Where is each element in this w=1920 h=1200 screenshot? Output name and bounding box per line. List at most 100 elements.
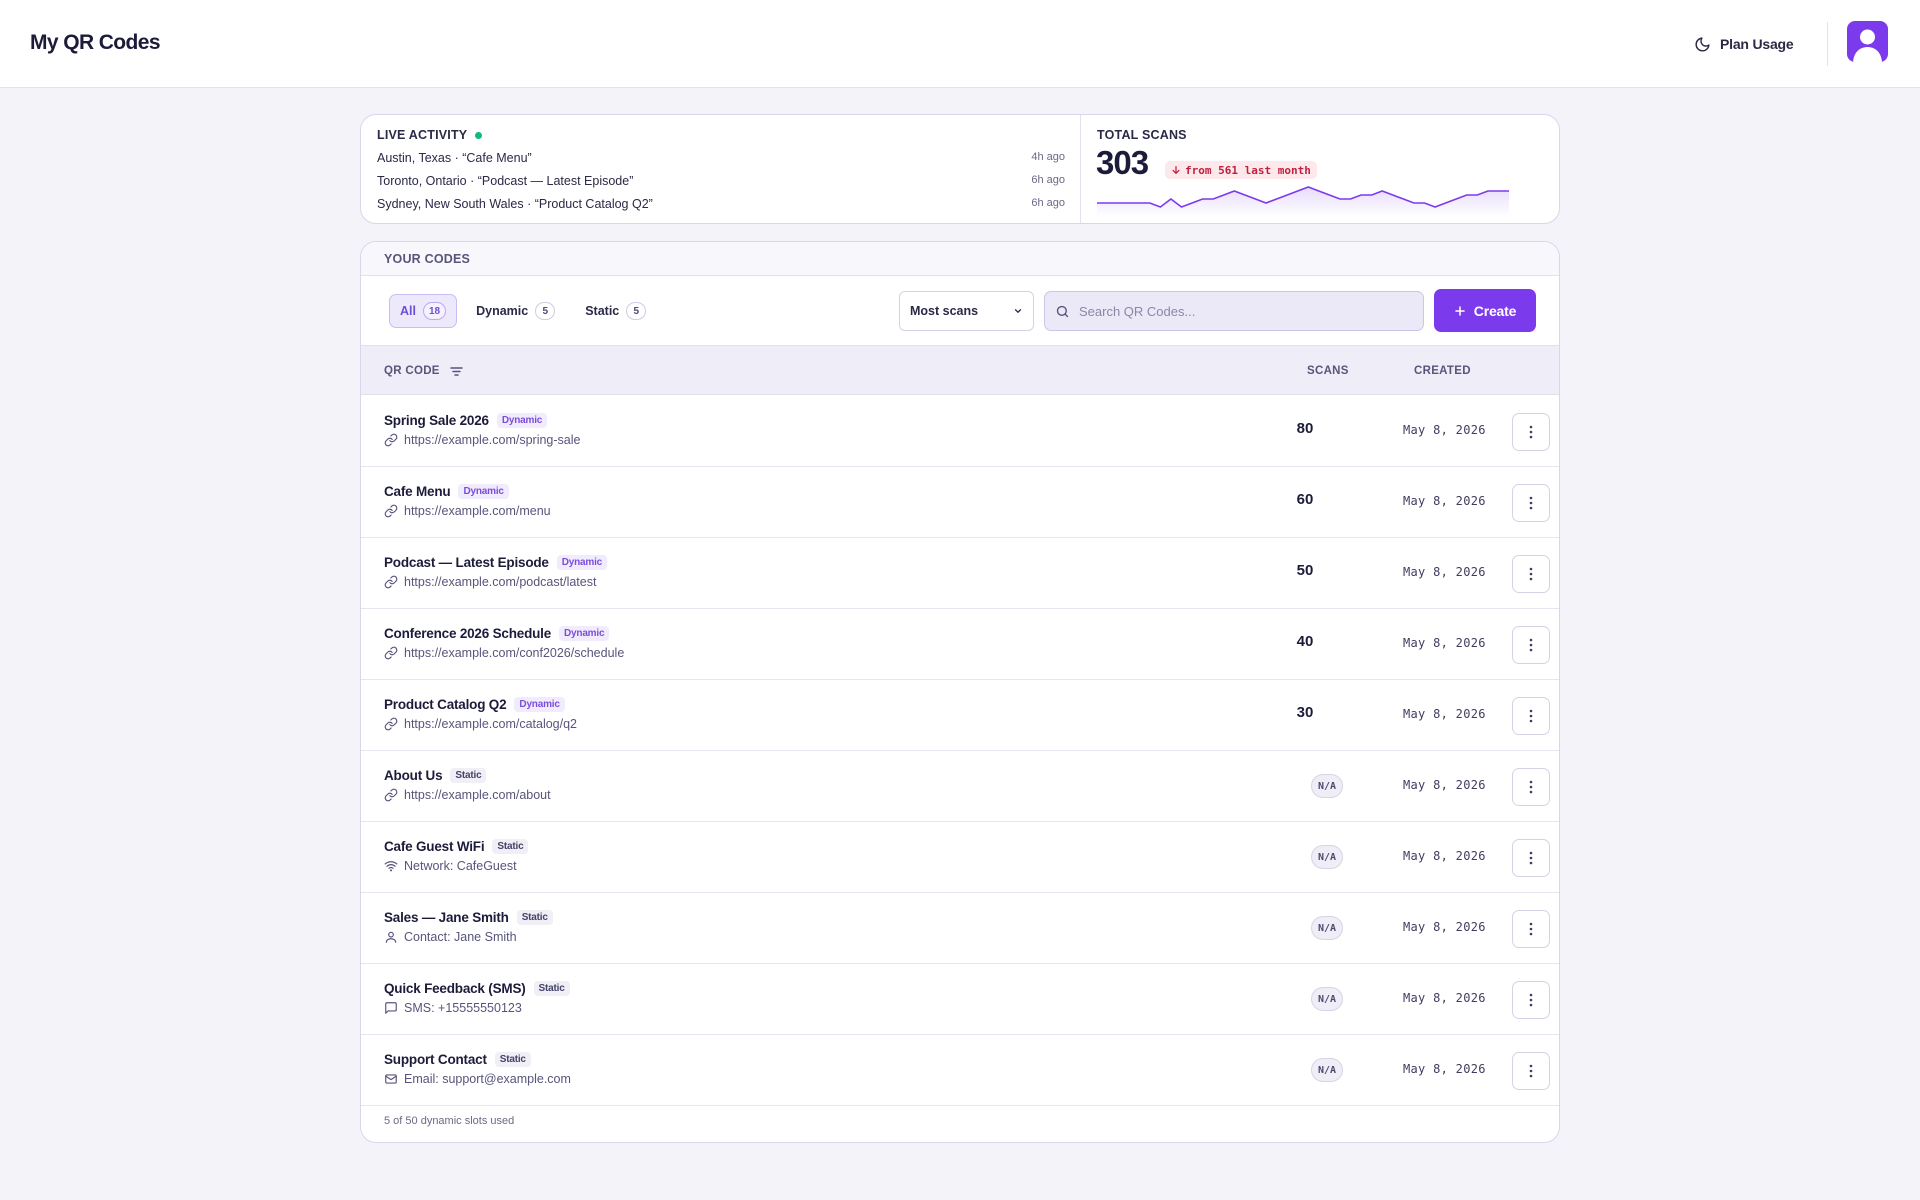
filter-icon: [450, 366, 463, 376]
filter-dynamic[interactable]: Dynamic 5: [465, 294, 566, 328]
created-date: May 8, 2026: [1403, 849, 1486, 863]
table-row[interactable]: Podcast — Latest Episode Dynamic https://e…: [361, 538, 1559, 609]
row-actions-button[interactable]: [1512, 697, 1550, 735]
code-destination: https://example.com/about: [384, 788, 551, 802]
code-name: Spring Sale 2026 Dynamic: [384, 413, 548, 428]
header-divider: [1827, 22, 1828, 66]
row-actions-button[interactable]: [1512, 484, 1550, 522]
scans-count: 50: [1296, 562, 1314, 579]
code-title: Cafe Menu: [384, 484, 451, 499]
created-date: May 8, 2026: [1403, 920, 1486, 934]
trend-badge: from 561 last month: [1165, 161, 1317, 179]
row-actions-button[interactable]: [1512, 981, 1550, 1019]
stats-card: LIVE ACTIVITY Austin, Texas · “Cafe Menu…: [360, 114, 1560, 224]
avatar[interactable]: [1847, 21, 1888, 62]
live-activity-heading: LIVE ACTIVITY: [377, 128, 483, 142]
created-date: May 8, 2026: [1403, 494, 1486, 508]
create-button[interactable]: Create: [1434, 289, 1536, 332]
row-actions-button[interactable]: [1512, 413, 1550, 451]
search-input[interactable]: [1079, 303, 1409, 319]
activity-time: 4h ago: [1031, 151, 1065, 163]
table-row[interactable]: Conference 2026 Schedule Dynamic https://e…: [361, 609, 1559, 680]
code-title: Podcast — Latest Episode: [384, 555, 549, 570]
more-vertical-icon: [1529, 851, 1533, 865]
link-icon: [384, 575, 398, 589]
codes-heading: YOUR CODES: [384, 252, 471, 266]
row-actions-button[interactable]: [1512, 910, 1550, 948]
code-name: Sales — Jane Smith Static: [384, 910, 553, 925]
column-header-qr-code[interactable]: QR CODE: [384, 365, 463, 377]
filter-static[interactable]: Static 5: [574, 294, 657, 328]
more-vertical-icon: [1529, 567, 1533, 581]
filter-tabs: All 18 Dynamic 5 Static 5: [389, 294, 657, 328]
code-destination-text: https://example.com/menu: [404, 504, 551, 518]
table-row[interactable]: Spring Sale 2026 Dynamic https://example.c…: [361, 396, 1559, 467]
wifi-icon: [384, 859, 398, 873]
total-scans-label: TOTAL SCANS: [1097, 128, 1187, 142]
link-icon: [384, 504, 398, 518]
more-vertical-icon: [1529, 922, 1533, 936]
table-row[interactable]: Cafe Guest WiFi Static Network: CafeGuest N…: [361, 822, 1559, 893]
code-name: Conference 2026 Schedule Dynamic: [384, 626, 610, 641]
code-destination-text: Email: support@example.com: [404, 1072, 571, 1086]
row-actions-button[interactable]: [1512, 768, 1550, 806]
table-row[interactable]: Product Catalog Q2 Dynamic https://example…: [361, 680, 1559, 751]
code-title: Sales — Jane Smith: [384, 910, 509, 925]
type-badge: Static: [533, 981, 570, 996]
created-date: May 8, 2026: [1403, 423, 1486, 437]
created-date: May 8, 2026: [1403, 636, 1486, 650]
type-badge: Static: [516, 910, 553, 925]
filter-count: 5: [626, 302, 647, 320]
plan-usage-button[interactable]: Plan Usage: [1694, 30, 1794, 58]
code-title: Support Contact: [384, 1052, 487, 1067]
table-row[interactable]: About Us Static https://example.com/about N…: [361, 751, 1559, 822]
code-destination: https://example.com/spring-sale: [384, 433, 580, 447]
row-actions-button[interactable]: [1512, 555, 1550, 593]
plan-usage-label: Plan Usage: [1720, 36, 1794, 52]
code-destination-text: https://example.com/conf2026/schedule: [404, 646, 625, 660]
sort-select[interactable]: Most scans: [899, 291, 1034, 331]
code-destination: Contact: Jane Smith: [384, 930, 517, 944]
code-title: Conference 2026 Schedule: [384, 626, 552, 641]
activity-text: Sydney, New South Wales · “Product Catal…: [377, 197, 653, 211]
row-actions-button[interactable]: [1512, 626, 1550, 664]
activity-item: Sydney, New South Wales · “Product Catal…: [377, 197, 1065, 211]
code-title: About Us: [384, 768, 443, 783]
create-label: Create: [1473, 302, 1517, 319]
table-row[interactable]: Cafe Menu Dynamic https://example.com/menu…: [361, 467, 1559, 538]
filter-all[interactable]: All 18: [389, 294, 458, 328]
type-badge: Static: [494, 1052, 531, 1067]
scans-count: 80: [1296, 420, 1314, 437]
scans-na-badge: N/A: [1311, 916, 1344, 940]
row-actions-button[interactable]: [1512, 1052, 1550, 1090]
page-title: My QR Codes: [30, 31, 161, 54]
code-destination-text: Network: CafeGuest: [404, 859, 517, 873]
user-icon: [384, 930, 398, 944]
more-vertical-icon: [1529, 638, 1533, 652]
code-name: About Us Static: [384, 768, 487, 783]
search-icon: [1056, 305, 1069, 317]
type-badge: Dynamic: [514, 697, 565, 712]
type-badge: Static: [450, 768, 487, 783]
table-row[interactable]: Sales — Jane Smith Static Contact: Jane Sm…: [361, 893, 1559, 964]
live-indicator-dot: [475, 131, 483, 139]
table-row[interactable]: Support Contact Static Email: support@exam…: [361, 1035, 1559, 1106]
table-header: QR CODE SCANS CREATED: [361, 345, 1559, 395]
link-icon: [384, 646, 398, 660]
link-icon: [384, 717, 398, 731]
code-destination-text: https://example.com/spring-sale: [404, 433, 581, 447]
scans-na-badge: N/A: [1311, 845, 1344, 869]
scans-count: 60: [1296, 491, 1314, 508]
code-name: Product Catalog Q2 Dynamic: [384, 697, 565, 712]
scans-count: 40: [1296, 633, 1314, 650]
row-actions-button[interactable]: [1512, 839, 1550, 877]
code-destination: https://example.com/menu: [384, 504, 551, 518]
column-header-created: CREATED: [1414, 365, 1471, 377]
moon-icon: [1695, 36, 1710, 51]
code-destination: https://example.com/podcast/latest: [384, 575, 596, 589]
activity-time: 6h ago: [1031, 197, 1065, 209]
table-row[interactable]: Quick Feedback (SMS) Static SMS: +15555550…: [361, 964, 1559, 1035]
activity-text: Austin, Texas · “Cafe Menu”: [377, 151, 532, 165]
link-icon: [384, 788, 398, 802]
activity-text: Toronto, Ontario · “Podcast — Latest Epi…: [377, 174, 634, 188]
